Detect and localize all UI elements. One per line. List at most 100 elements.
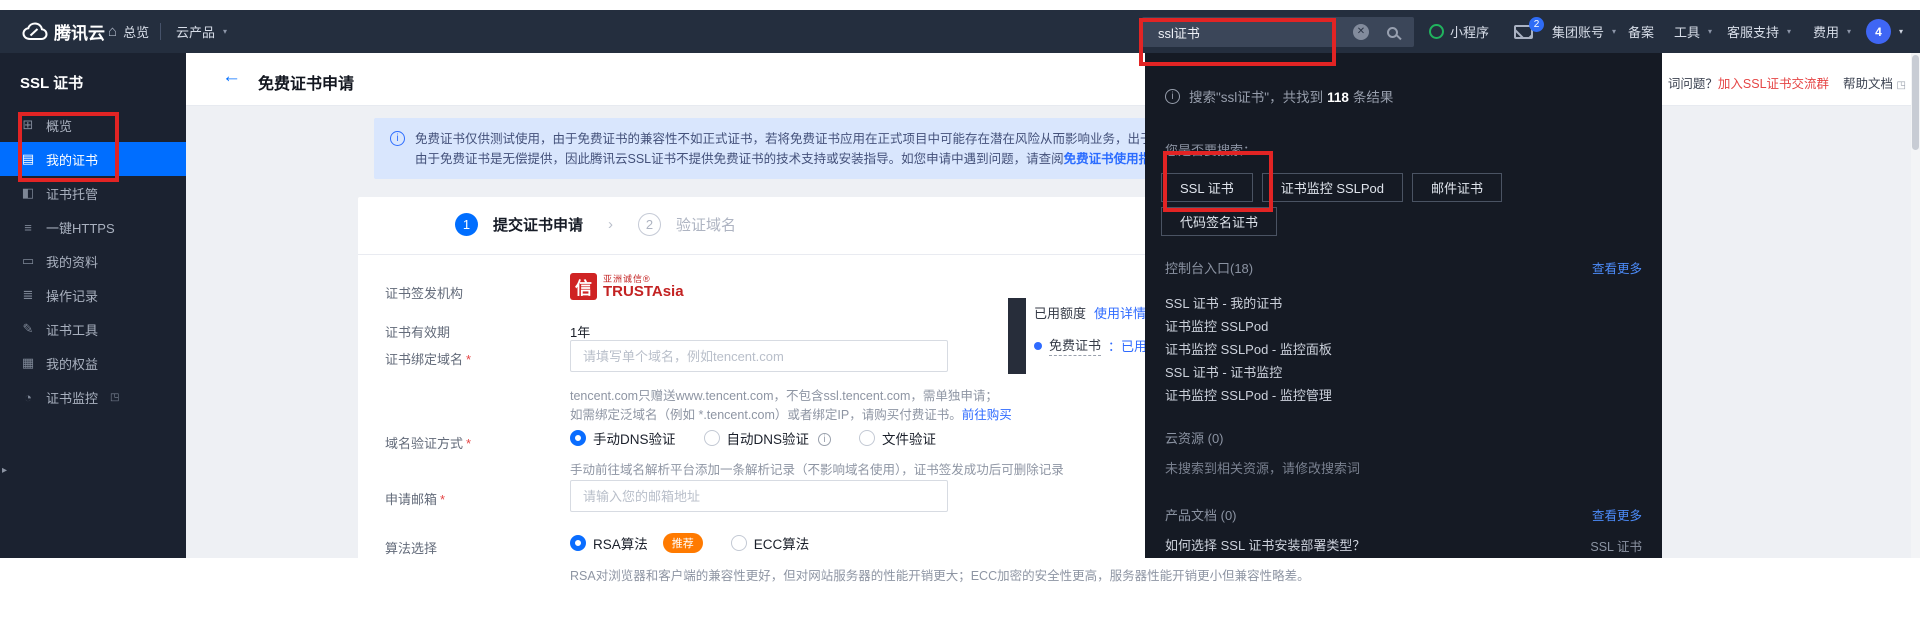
- account-menu[interactable]: 4 ▾: [1866, 10, 1903, 53]
- annotation-box-sidebar: [18, 112, 119, 182]
- doc-entry-tag: SSL 证书: [1590, 536, 1642, 555]
- sidebar-item-cert-monitor[interactable]: ◔ 证书监控 ◳: [0, 380, 186, 414]
- domain-help-1: tencent.com只赠送www.tencent.com，不包含ssl.ten…: [570, 385, 998, 404]
- sidebar-collapse-handle[interactable]: ▸: [2, 465, 7, 476]
- document-icon: ≣: [20, 287, 36, 303]
- sliders-icon: ≡: [20, 220, 36, 235]
- join-ssl-group-link[interactable]: 加入SSL证书交流群: [1718, 77, 1829, 91]
- info-icon: i: [1165, 89, 1180, 104]
- mini-program-icon: [1429, 24, 1444, 39]
- quota-info: 已用额度使用详情 免费证书：已用1: [1034, 303, 1154, 356]
- doc-entry[interactable]: 如何选择 SSL 证书安装部署类型？: [1165, 535, 1365, 554]
- radio-selected-icon: [570, 430, 586, 446]
- annotation-box-ssl-suggestion: [1163, 151, 1273, 212]
- info-icon: i: [818, 433, 831, 446]
- sidebar-item-my-benefits[interactable]: ▦ 我的权益: [0, 346, 186, 380]
- free-cert-item: 免费证书: [1049, 335, 1101, 356]
- email-label: 申请邮箱*: [385, 489, 445, 508]
- bullet-dot-icon: [1034, 342, 1042, 350]
- nav-messages[interactable]: 2: [1514, 10, 1533, 53]
- view-more-console-link[interactable]: 查看更多: [1592, 258, 1642, 277]
- result-count: 118: [1327, 90, 1349, 105]
- nav-overview[interactable]: ⌂ 总览: [108, 10, 149, 53]
- help-doc-link[interactable]: 帮助文档: [1843, 77, 1893, 91]
- step-indicator: 1 提交证书申请 › 2 验证域名: [455, 213, 736, 236]
- radio-auto-dns[interactable]: 自动DNS验证 i: [704, 428, 832, 448]
- page-title: 免费证书申请: [258, 70, 354, 94]
- nav-billing[interactable]: 费用 ▾: [1813, 10, 1851, 53]
- console-entry[interactable]: 证书监控 SSLPod - 监控面板: [1165, 339, 1332, 358]
- search-results-panel: i 搜索"ssl证书"，共找到118条结果 您是否要搜索： SSL 证书 证书监…: [1145, 53, 1662, 558]
- nav-support[interactable]: 客服支持 ▾: [1727, 10, 1791, 53]
- validity-label: 证书有效期: [385, 322, 450, 341]
- sidebar-item-one-click-https[interactable]: ≡ 一键HTTPS: [0, 210, 186, 244]
- avatar: 4: [1866, 19, 1891, 44]
- nav-mini-program[interactable]: 小程序: [1429, 10, 1489, 53]
- nav-divider: [160, 23, 161, 40]
- domain-help-2: 如需绑定泛域名（例如 *.tencent.com）或者绑定IP，请购买付费证书。…: [570, 404, 1012, 423]
- scrollbar[interactable]: [1911, 53, 1920, 558]
- tencent-cloud-logo[interactable]: 腾讯云: [22, 10, 105, 53]
- trustasia-en: TRUSTAsia: [603, 284, 684, 299]
- verify-method-radios: 手动DNS验证 自动DNS验证 i 文件验证: [570, 428, 936, 448]
- chevron-down-icon: ▾: [223, 27, 227, 36]
- hosting-icon: ◧: [20, 185, 36, 201]
- cloud-logo-icon: [22, 22, 48, 41]
- sidebar-item-cert-tools[interactable]: ✎ 证书工具: [0, 312, 186, 346]
- logo-text: 腾讯云: [54, 19, 105, 44]
- home-icon: ⌂: [108, 23, 117, 40]
- search-result-summary: i 搜索"ssl证书"，共找到118条结果: [1165, 86, 1393, 106]
- chevron-down-icon: ▾: [1708, 27, 1712, 36]
- buy-cert-link[interactable]: 前往购买: [962, 408, 1012, 422]
- trustasia-logo: 信 亚洲诚信® TRUSTAsia: [570, 273, 684, 300]
- search-icon[interactable]: [1387, 27, 1398, 38]
- validity-value: 1年: [570, 322, 590, 341]
- product-docs-header: 产品文档 (0): [1165, 505, 1237, 524]
- faq-prefix: 词问题？: [1668, 77, 1718, 91]
- scrollbar-thumb[interactable]: [1912, 55, 1919, 150]
- info-icon: i: [390, 131, 405, 146]
- domain-label: 证书绑定域名*: [385, 349, 471, 368]
- sidebar-item-my-profile[interactable]: ▭ 我的资料: [0, 244, 186, 278]
- chevron-down-icon: ▾: [1899, 27, 1903, 36]
- tool-icon: ✎: [20, 321, 36, 337]
- resources-empty-text: 未搜索到相关资源，请修改搜索词: [1165, 458, 1360, 477]
- radio-file-verify[interactable]: 文件验证: [859, 428, 936, 448]
- email-input[interactable]: [570, 480, 948, 512]
- suggestion-email-cert[interactable]: 邮件证书: [1412, 173, 1502, 202]
- console-entry[interactable]: 证书监控 SSLPod: [1165, 316, 1268, 335]
- suggestion-sslpod[interactable]: 证书监控 SSLPod: [1262, 173, 1403, 202]
- radio-icon: [731, 535, 747, 551]
- console-entries-header: 控制台入口(18): [1165, 258, 1253, 277]
- console-entry[interactable]: SSL 证书 - 我的证书: [1165, 293, 1282, 312]
- header-help-links: 词问题？加入SSL证书交流群帮助文档 ◳: [1668, 73, 1906, 92]
- radio-manual-dns[interactable]: 手动DNS验证: [570, 428, 676, 448]
- step-2-label: 验证域名: [676, 214, 736, 235]
- required-mark: *: [466, 436, 471, 451]
- clear-search-icon[interactable]: ✕: [1353, 24, 1369, 40]
- trustasia-seal-icon: 信: [570, 273, 597, 300]
- radio-rsa[interactable]: RSA算法 推荐: [570, 533, 703, 553]
- radio-icon: [859, 430, 875, 446]
- view-more-docs-link[interactable]: 查看更多: [1592, 505, 1642, 524]
- message-count-badge: 2: [1529, 17, 1544, 32]
- external-link-icon: ◳: [110, 392, 119, 403]
- console-entry[interactable]: 证书监控 SSLPod - 监控管理: [1165, 385, 1332, 404]
- back-arrow-icon[interactable]: ←: [222, 66, 241, 88]
- sidebar-item-operation-log[interactable]: ≣ 操作记录: [0, 278, 186, 312]
- console-entry[interactable]: SSL 证书 - 证书监控: [1165, 362, 1282, 381]
- top-navigation-bar: 腾讯云 ⌂ 总览 云产品 ▾ ✕ 小程序 2 集团账号 ▾ 备案 工具 ▾ 客服…: [0, 10, 1920, 53]
- nav-group-account[interactable]: 集团账号 ▾: [1552, 10, 1616, 53]
- usage-detail-link[interactable]: 使用详情: [1094, 306, 1146, 321]
- chevron-down-icon: ▾: [1612, 27, 1616, 36]
- nav-icp[interactable]: 备案: [1628, 10, 1654, 53]
- folder-icon: ▭: [20, 253, 36, 269]
- algorithm-label: 算法选择: [385, 538, 437, 557]
- radio-ecc[interactable]: ECC算法: [731, 533, 810, 553]
- chevron-down-icon: ▾: [1787, 27, 1791, 36]
- nav-tools[interactable]: 工具 ▾: [1674, 10, 1712, 53]
- domain-input[interactable]: [570, 340, 948, 372]
- sidebar-title: SSL 证书: [0, 53, 186, 108]
- radio-icon: [704, 430, 720, 446]
- nav-cloud-products[interactable]: 云产品 ▾: [176, 10, 227, 53]
